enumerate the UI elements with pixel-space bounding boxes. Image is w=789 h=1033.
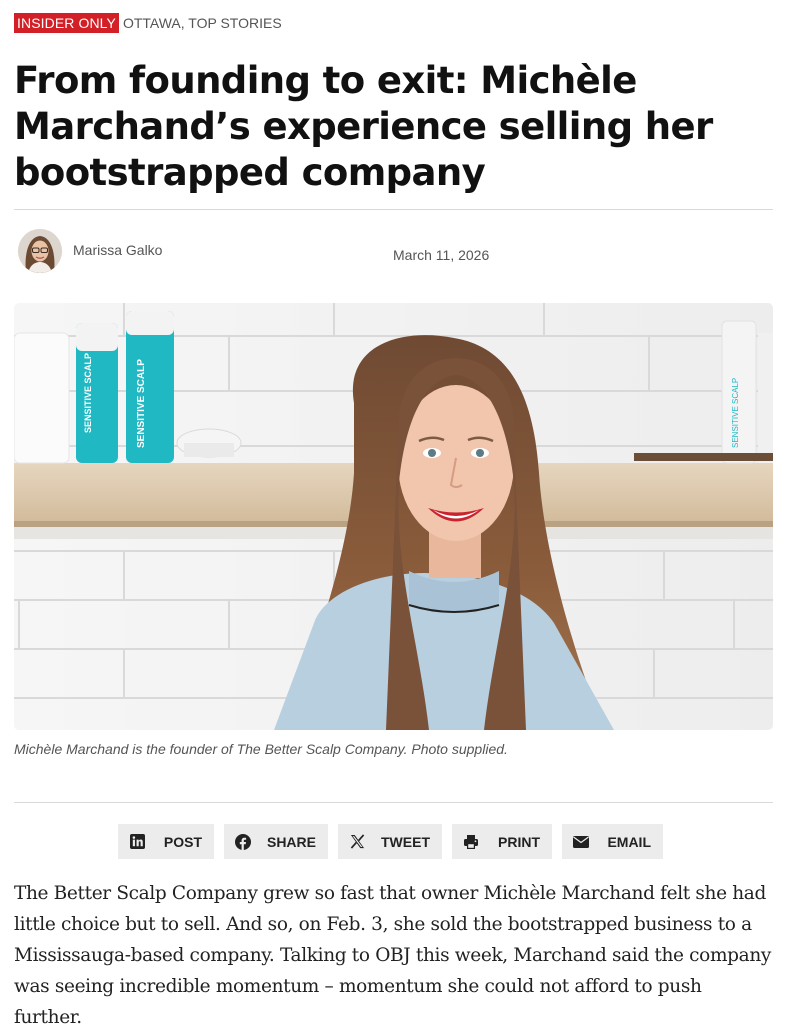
share-bar: POST SHARE TWEET PRINT EMAIL xyxy=(0,824,789,859)
svg-text:SENSITIVE SCALP: SENSITIVE SCALP xyxy=(136,359,147,448)
email-label: EMAIL xyxy=(607,833,651,850)
print-button[interactable]: PRINT xyxy=(452,824,552,859)
article-headline: From founding to exit: Michèle Marchand’… xyxy=(14,59,713,194)
share-label: SHARE xyxy=(266,833,316,850)
print-label: PRINT xyxy=(498,833,540,850)
tweet-label: TWEET xyxy=(381,833,430,850)
insider-only-badge[interactable]: INSIDER ONLY xyxy=(14,13,119,33)
divider xyxy=(14,802,773,803)
article-body-paragraph: The Better Scalp Company grew so fast th… xyxy=(14,883,771,1028)
author-name[interactable]: Marissa Galko xyxy=(73,242,162,258)
article-photo: SENSITIVE SCALP SENSITIVE SCALP SENSITIV… xyxy=(14,303,773,730)
author-avatar[interactable] xyxy=(18,229,62,273)
category-links: OTTAWA, TOP STORIES xyxy=(123,13,282,33)
photo-caption: Michèle Marchand is the founder of The B… xyxy=(14,741,508,757)
facebook-icon xyxy=(235,833,251,850)
divider xyxy=(14,209,773,210)
category-link[interactable]: OTTAWA, TOP STORIES xyxy=(123,15,282,31)
x-tweet-button[interactable]: TWEET xyxy=(338,824,442,859)
x-icon xyxy=(349,834,365,850)
email-button[interactable]: EMAIL xyxy=(562,824,663,859)
linkedin-post-button[interactable]: POST xyxy=(118,824,214,859)
post-label: POST xyxy=(163,833,202,850)
envelope-icon xyxy=(573,834,589,850)
printer-icon xyxy=(463,834,479,850)
linkedin-icon xyxy=(129,834,145,850)
svg-text:SENSITIVE SCALP: SENSITIVE SCALP xyxy=(731,378,740,448)
article-tags: INSIDER ONLY OTTAWA, TOP STORIES xyxy=(14,13,282,33)
publish-date: March 11, 2026 xyxy=(393,247,490,263)
facebook-share-button[interactable]: SHARE xyxy=(224,824,328,859)
svg-text:SENSITIVE SCALP: SENSITIVE SCALP xyxy=(83,353,93,433)
